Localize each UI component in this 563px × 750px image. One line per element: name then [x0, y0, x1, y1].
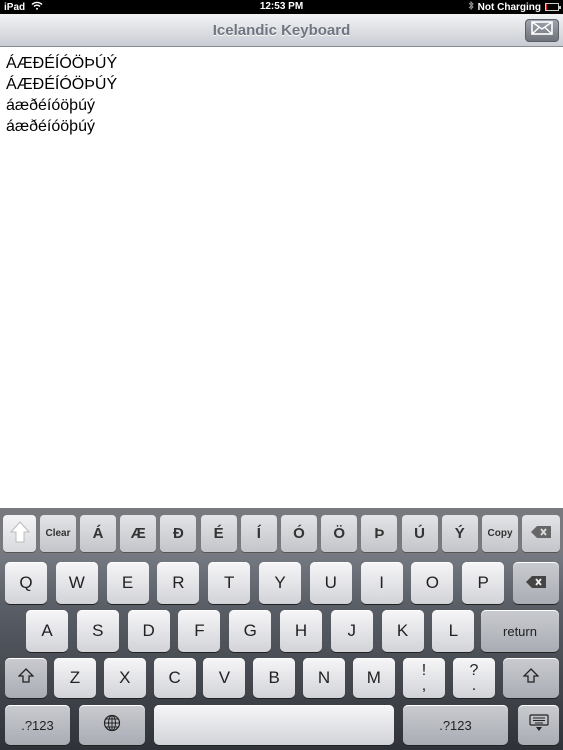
- charging-status: Not Charging: [477, 1, 541, 13]
- shift-right-key[interactable]: [503, 658, 559, 698]
- mail-button[interactable]: [525, 19, 559, 42]
- key-e[interactable]: E: [106, 562, 149, 604]
- shift-left-key[interactable]: [5, 658, 47, 698]
- key-k[interactable]: K: [381, 610, 424, 652]
- key-bottom: .: [471, 677, 477, 694]
- navigation-bar: Icelandic Keyboard: [0, 14, 563, 47]
- envelope-icon: [531, 21, 553, 40]
- key-y[interactable]: Y: [259, 562, 301, 604]
- numbers-left-key[interactable]: .?123: [5, 705, 70, 745]
- key-v[interactable]: V: [203, 658, 246, 698]
- key-n[interactable]: N: [303, 658, 345, 698]
- battery-icon: [545, 3, 561, 11]
- key-u[interactable]: U: [309, 562, 352, 604]
- shift-arrow-icon: [9, 520, 31, 548]
- key-d[interactable]: D: [127, 610, 170, 652]
- text-line: áæðéíóöþúý: [6, 97, 95, 114]
- delete-key[interactable]: [513, 562, 559, 604]
- globe-key[interactable]: [79, 705, 145, 745]
- key-r[interactable]: R: [157, 562, 200, 604]
- return-key[interactable]: return: [481, 610, 559, 652]
- accent-key-5[interactable]: Í: [240, 515, 277, 552]
- key-top: ?: [469, 662, 479, 679]
- status-bar: iPad 12:53 PM Not Charging: [0, 0, 563, 14]
- nav-title: Icelandic Keyboard: [212, 22, 351, 39]
- bluetooth-icon: [468, 0, 474, 13]
- accent-key-6[interactable]: Ó: [281, 515, 317, 552]
- key-f[interactable]: F: [178, 610, 221, 652]
- key-l[interactable]: L: [432, 610, 475, 652]
- key-b[interactable]: B: [253, 658, 296, 698]
- key-j[interactable]: J: [330, 610, 373, 652]
- key-bottom: ,: [421, 677, 427, 694]
- key-t[interactable]: T: [208, 562, 251, 604]
- key-g[interactable]: G: [229, 610, 272, 652]
- text-area[interactable]: ÁÆÐÉÍÓÖÞÚÝ ÁÆÐÉÍÓÖÞÚÝ áæðéíóöþúý áæðéíóö…: [6, 53, 117, 137]
- copy-button[interactable]: Copy: [482, 515, 518, 552]
- accent-key-4[interactable]: É: [200, 515, 237, 552]
- key-c[interactable]: C: [153, 658, 196, 698]
- key-s[interactable]: S: [76, 610, 119, 652]
- key-x[interactable]: X: [103, 658, 146, 698]
- shift-icon: [17, 668, 35, 688]
- key-h[interactable]: H: [280, 610, 322, 652]
- accent-key-2[interactable]: Æ: [120, 515, 157, 552]
- globe-icon: [103, 714, 121, 737]
- accent-key-8[interactable]: Þ: [361, 515, 398, 552]
- key-w[interactable]: W: [55, 562, 98, 604]
- delete-icon: [531, 525, 551, 542]
- key-exclaim-comma[interactable]: !,: [403, 658, 445, 698]
- hide-keyboard-key[interactable]: [518, 705, 559, 745]
- accent-key-1[interactable]: Á: [80, 515, 116, 552]
- key-i[interactable]: I: [360, 562, 403, 604]
- key-p[interactable]: P: [462, 562, 505, 604]
- key-question-period[interactable]: ?.: [453, 658, 495, 698]
- accent-key-7[interactable]: Ö: [321, 515, 358, 552]
- text-line: ÁÆÐÉÍÓÖÞÚÝ: [6, 76, 118, 93]
- key-m[interactable]: M: [352, 658, 395, 698]
- key-z[interactable]: Z: [54, 658, 96, 698]
- hide-keyboard-icon: [528, 713, 549, 737]
- shift-accessory-button[interactable]: [3, 515, 36, 552]
- accent-key-10[interactable]: Ý: [441, 515, 478, 552]
- accent-key-3[interactable]: Ð: [160, 515, 197, 552]
- clear-button[interactable]: Clear: [40, 515, 76, 552]
- space-bar[interactable]: [154, 705, 394, 745]
- key-q[interactable]: Q: [5, 562, 47, 604]
- text-line: ÁÆÐÉÍÓÖÞÚÝ: [6, 55, 118, 72]
- numbers-right-key[interactable]: .?123: [403, 705, 508, 745]
- key-top: !: [421, 662, 427, 679]
- key-a[interactable]: A: [26, 610, 68, 652]
- delete-icon: [526, 573, 546, 593]
- delete-accessory-button[interactable]: [522, 515, 560, 552]
- shift-icon: [522, 668, 540, 688]
- key-o[interactable]: O: [411, 562, 454, 604]
- accent-key-9[interactable]: Ú: [401, 515, 438, 552]
- text-line: áæðéíóöþúý: [6, 118, 95, 135]
